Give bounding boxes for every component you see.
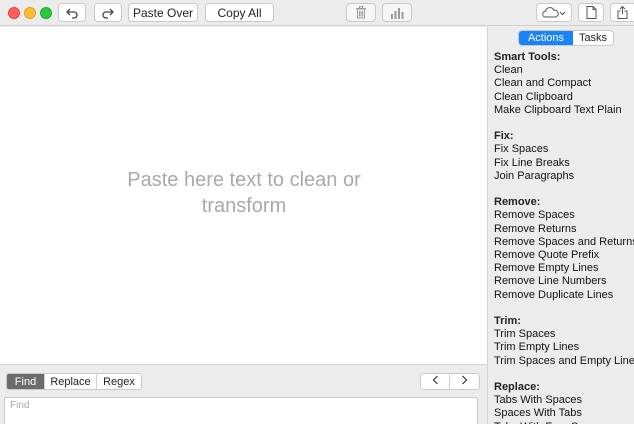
action-item[interactable]: Clean Clipboard [494, 91, 634, 104]
find-previous-button[interactable] [421, 374, 450, 389]
cloud-menu-button[interactable] [536, 3, 572, 22]
tab-tasks[interactable]: Tasks [573, 31, 613, 45]
tab-actions[interactable]: Actions [519, 31, 573, 45]
action-item[interactable]: Join Paragraphs [494, 170, 634, 183]
find-input-placeholder: Find [10, 400, 30, 411]
editor-placeholder: Paste here text to clean or transform [127, 169, 361, 217]
copy-all-label: Copy All [217, 5, 262, 20]
find-navigation [420, 373, 480, 390]
action-item[interactable]: Trim Empty Lines [494, 341, 634, 354]
tab-replace[interactable]: Replace [45, 374, 97, 389]
new-document-button[interactable] [578, 3, 604, 22]
undo-icon [65, 7, 79, 19]
tab-find[interactable]: Find [7, 374, 45, 389]
section-heading: Replace: [494, 381, 540, 394]
text-editor[interactable]: Paste here text to clean or transform [0, 27, 488, 364]
section-heading: Fix: [494, 130, 514, 143]
action-item[interactable]: Make Clipboard Text Plain [494, 104, 634, 117]
action-item[interactable]: Remove Returns [494, 223, 634, 236]
redo-icon [101, 7, 115, 19]
action-item[interactable]: Fix Spaces [494, 143, 634, 156]
stats-icon [390, 7, 404, 19]
find-next-button[interactable] [450, 374, 479, 389]
copy-all-button[interactable]: Copy All [205, 3, 274, 22]
share-button[interactable] [610, 3, 634, 22]
tab-regex[interactable]: Regex [97, 374, 141, 389]
action-item[interactable]: Spaces With Tabs [494, 407, 634, 420]
action-item[interactable]: Remove Quote Prefix [494, 249, 634, 262]
action-item[interactable]: Tabs With Four Spaces [494, 421, 634, 424]
action-item[interactable]: Remove Empty Lines [494, 262, 634, 275]
action-item[interactable]: Tabs With Spaces [494, 394, 634, 407]
section-heading: Remove: [494, 196, 541, 209]
chevron-left-icon [432, 375, 439, 388]
document-icon [586, 6, 597, 19]
close-window-button[interactable] [8, 7, 20, 19]
action-item[interactable]: Clean [494, 64, 634, 77]
action-item[interactable]: Remove Spaces [494, 209, 634, 222]
share-icon [617, 6, 628, 19]
action-item[interactable]: Trim Spaces and Empty Lines [494, 355, 634, 368]
side-panel: Actions Tasks Smart Tools: Clean Clean and… [489, 27, 634, 424]
action-item[interactable]: Clean and Compact [494, 77, 634, 90]
section-heading: Smart Tools: [494, 51, 561, 63]
find-bar: Find Replace Regex Find [0, 364, 488, 424]
section-heading: Trim: [494, 315, 521, 328]
action-item[interactable]: Remove Duplicate Lines [494, 289, 634, 302]
chevron-right-icon [461, 375, 468, 388]
action-item[interactable]: Remove Spaces and Returns [494, 236, 634, 249]
redo-button[interactable] [94, 3, 122, 22]
undo-button[interactable] [58, 3, 86, 22]
panel-tabs: Actions Tasks [518, 30, 614, 46]
find-input[interactable]: Find [4, 397, 478, 424]
action-item[interactable]: Fix Line Breaks [494, 157, 634, 170]
statistics-button[interactable] [382, 3, 412, 22]
actions-list: Smart Tools: Clean Clean and Compact Clean … [494, 51, 634, 424]
action-item[interactable]: Remove Line Numbers [494, 275, 634, 288]
action-item[interactable]: Trim Spaces [494, 328, 634, 341]
cloud-icon [541, 6, 567, 19]
find-mode-tabs: Find Replace Regex [6, 373, 142, 390]
toolbar: Paste Over Copy All [0, 0, 634, 26]
paste-over-label: Paste Over [132, 5, 194, 20]
paste-over-button[interactable]: Paste Over [128, 3, 198, 22]
minimize-window-button[interactable] [24, 7, 36, 19]
clear-button[interactable] [346, 3, 376, 22]
trash-icon [355, 6, 367, 19]
zoom-window-button[interactable] [40, 7, 52, 19]
